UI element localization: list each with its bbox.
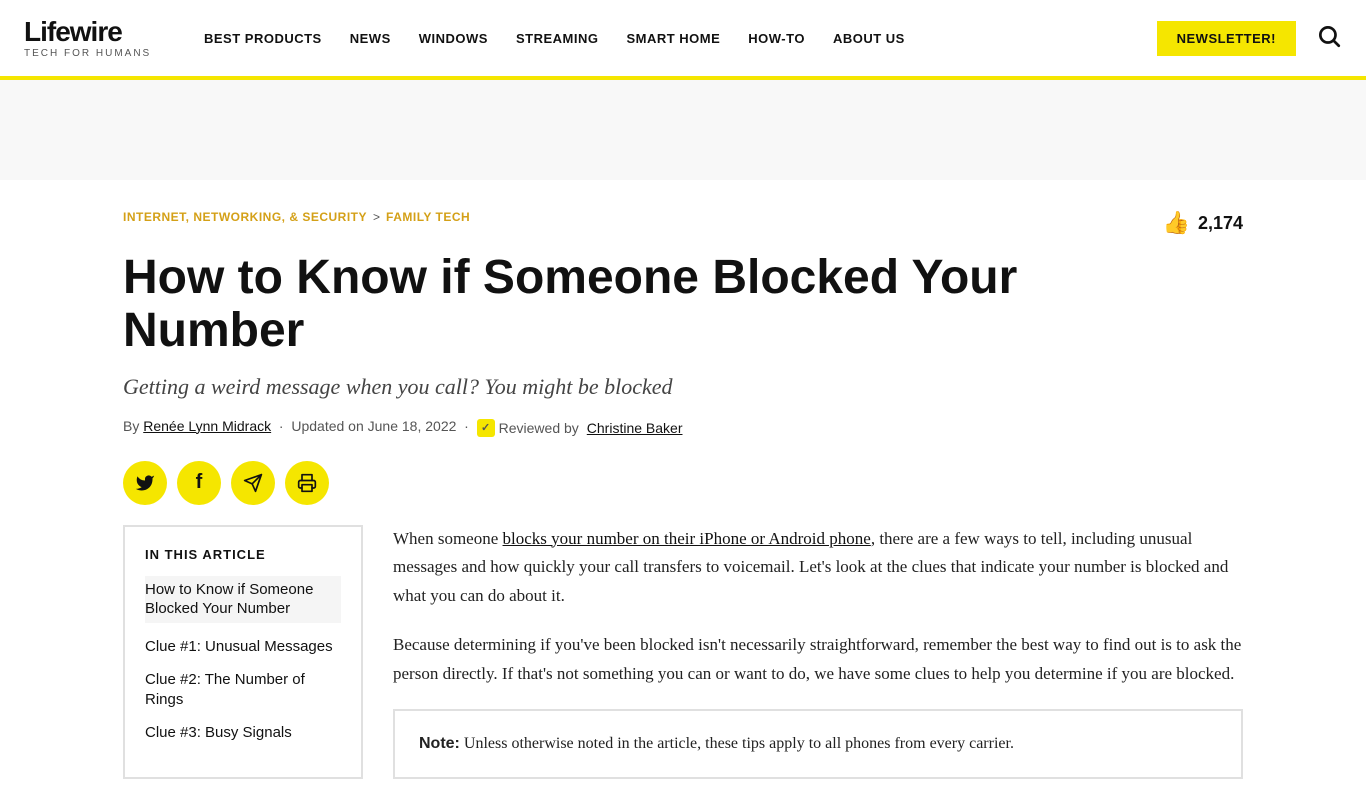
toc-item-3[interactable]: Clue #3: Busy Signals: [145, 723, 341, 743]
check-icon: ✓: [477, 419, 495, 437]
main-container: INTERNET, NETWORKING, & SECURITY > FAMIL…: [83, 180, 1283, 809]
nav-news[interactable]: NEWS: [350, 31, 391, 46]
author-link[interactable]: Renée Lynn Midrack: [143, 418, 271, 434]
reviewer-link[interactable]: Christine Baker: [587, 420, 683, 436]
breadcrumb-internet[interactable]: INTERNET, NETWORKING, & SECURITY: [123, 210, 367, 224]
breadcrumb: INTERNET, NETWORKING, & SECURITY > FAMIL…: [123, 210, 470, 224]
facebook-icon: f: [196, 471, 203, 494]
article-byline: By Renée Lynn Midrack · Updated on June …: [123, 418, 1243, 437]
article-meta-row: INTERNET, NETWORKING, & SECURITY > FAMIL…: [123, 210, 1243, 240]
like-count-area: 👍 2,174: [1163, 210, 1243, 236]
telegram-share-button[interactable]: [231, 461, 275, 505]
toc-item-1[interactable]: Clue #1: Unusual Messages: [145, 637, 341, 657]
blocks-number-link[interactable]: blocks your number on their iPhone or An…: [503, 529, 871, 548]
reviewed-prefix: Reviewed by: [499, 420, 579, 436]
site-header: Lifewire TECH FOR HUMANS BEST PRODUCTS N…: [0, 0, 1366, 80]
logo-area[interactable]: Lifewire TECH FOR HUMANS: [24, 18, 164, 59]
thumbs-up-icon: 👍: [1163, 210, 1190, 236]
content-layout: IN THIS ARTICLE How to Know if Someone B…: [123, 525, 1243, 779]
breadcrumb-sep: >: [373, 210, 380, 224]
toc-item-0[interactable]: How to Know if Someone Blocked Your Numb…: [145, 576, 341, 623]
note-label: Note:: [419, 735, 460, 752]
nav-best-products[interactable]: BEST PRODUCTS: [204, 31, 322, 46]
toc-item-2[interactable]: Clue #2: The Number of Rings: [145, 670, 341, 709]
twitter-share-button[interactable]: [123, 461, 167, 505]
note-text: Unless otherwise noted in the article, t…: [464, 735, 1014, 752]
article-para-2: Because determining if you've been block…: [393, 631, 1243, 689]
logo-tagline: TECH FOR HUMANS: [24, 48, 164, 59]
note-box: Note: Unless otherwise noted in the arti…: [393, 709, 1243, 779]
main-nav: BEST PRODUCTS NEWS WINDOWS STREAMING SMA…: [204, 31, 1137, 46]
nav-how-to[interactable]: HOW-TO: [748, 31, 805, 46]
ad-banner: [0, 80, 1366, 180]
nav-streaming[interactable]: STREAMING: [516, 31, 599, 46]
facebook-share-button[interactable]: f: [177, 461, 221, 505]
article-title: How to Know if Someone Blocked Your Numb…: [123, 252, 1023, 358]
article-subtitle: Getting a weird message when you call? Y…: [123, 374, 1243, 400]
byline-prefix: By: [123, 418, 139, 434]
toc-heading: IN THIS ARTICLE: [145, 547, 341, 562]
nav-about-us[interactable]: ABOUT US: [833, 31, 905, 46]
like-count-value: 2,174: [1198, 213, 1243, 234]
updated-date: Updated on June 18, 2022: [291, 418, 456, 434]
logo: Lifewire: [24, 18, 164, 46]
breadcrumb-family-tech[interactable]: FAMILY TECH: [386, 210, 470, 224]
para1-before: When someone: [393, 529, 503, 548]
search-icon[interactable]: [1316, 23, 1342, 54]
social-icons: f: [123, 461, 1243, 505]
toc-sidebar: IN THIS ARTICLE How to Know if Someone B…: [123, 525, 363, 779]
newsletter-button[interactable]: NEWSLETTER!: [1157, 21, 1296, 56]
article-body: When someone blocks your number on their…: [393, 525, 1243, 779]
nav-smart-home[interactable]: SMART HOME: [626, 31, 720, 46]
nav-windows[interactable]: WINDOWS: [419, 31, 488, 46]
article-para-1: When someone blocks your number on their…: [393, 525, 1243, 612]
toc-box: IN THIS ARTICLE How to Know if Someone B…: [123, 525, 363, 779]
reviewed-badge: ✓ Reviewed by Christine Baker: [477, 419, 683, 437]
print-share-button[interactable]: [285, 461, 329, 505]
